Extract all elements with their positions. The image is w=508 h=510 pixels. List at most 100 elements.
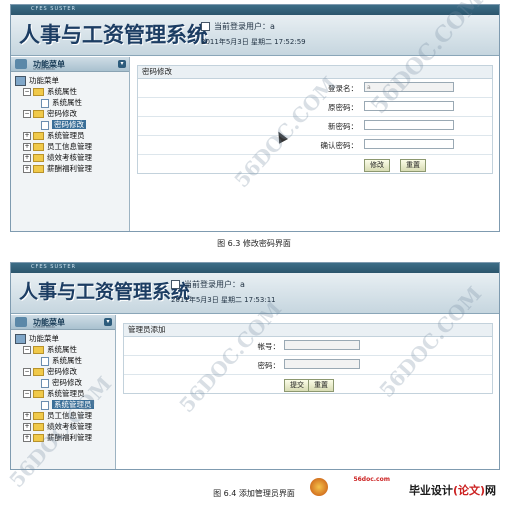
folder-icon [33,165,44,173]
tree-item-folder[interactable]: + 薪酬福利管理 [15,432,115,443]
panel-title: 管理员添加 [123,323,493,337]
tree-item-page[interactable]: 系统属性 [15,355,115,366]
current-user-label: 当前登录用户：a [184,280,245,289]
expand-node-icon[interactable]: + [23,423,31,431]
folder-icon [33,132,44,140]
expand-node-icon[interactable]: + [23,132,31,140]
page-icon [41,98,49,108]
tree-item-label: 绩效考核管理 [47,422,92,431]
brand-url: 56doc.com [353,476,390,483]
tree-item-page[interactable]: 系统属性 [15,97,129,108]
collapse-node-icon[interactable]: − [23,88,31,96]
folder-icon [33,110,44,118]
login-name-field[interactable]: a [364,82,454,92]
expand-node-icon[interactable]: + [23,143,31,151]
tree-item-folder[interactable]: − 系统属性 [15,86,129,97]
expand-node-icon[interactable]: + [23,434,31,442]
tree-item-label: 系统属性 [52,98,82,107]
screenshot-add-admin: CFES SUSTER 人事与工资管理系统 当前登录用户：a 2011年5月3日… [10,262,500,470]
page-icon [41,378,49,388]
folder-icon [33,143,44,151]
collapse-node-icon[interactable]: − [23,346,31,354]
tree-item-label: 绩效考核管理 [47,153,92,162]
sidebar: 功能菜单 SYSTEM MENU ▾ 功能菜单 − 系统属性 系统属性 − 密码修改 密码修… [11,57,130,231]
titlebar-text: CFES SUSTER [31,264,76,270]
sidebar: 功能菜单 SYSTEM MENU ▾ 功能菜单 − 系统属性 系统属性 − 密码修改 密码修… [11,315,116,469]
tree-item-page[interactable]: 系统管理员 [15,399,115,410]
tree-item-folder[interactable]: − 系统管理员 [15,388,115,399]
collapse-node-icon[interactable]: − [23,110,31,118]
account-label: 帐号： [257,342,281,351]
tree-item-folder[interactable]: + 系统管理员 [15,130,129,141]
brand-name-part: 毕业设计 [408,484,453,497]
submit-button[interactable]: 提交 [284,379,310,392]
page-icon [41,356,49,366]
brand-logo-icon [310,478,328,496]
window-titlebar: CFES SUSTER [11,263,499,273]
main-content: 管理员添加 帐号： 密码： 提交 重置 [117,315,499,469]
tree-item-root[interactable]: 功能菜单 [15,333,115,344]
tree-item-label: 系统属性 [47,345,77,354]
modify-button[interactable]: 修改 [364,159,390,172]
menu-icon [15,59,27,69]
tree-item-folder[interactable]: + 绩效考核管理 [15,152,129,163]
form-row: 密码： [124,356,492,375]
tree-item-folder[interactable]: + 薪酬福利管理 [15,163,129,174]
tree-item-label: 系统管理员 [47,131,85,140]
tree-item-folder[interactable]: − 密码修改 [15,108,129,119]
old-password-field[interactable] [364,101,454,111]
tree-item-page[interactable]: 密码修改 [15,377,115,388]
datetime: 2011年5月3日 星期二 17:52:59 [201,38,306,46]
old-password-label: 原密码： [328,103,358,112]
collapse-menu-button[interactable]: ▾ [104,318,112,326]
collapse-node-icon[interactable]: − [23,390,31,398]
expand-node-icon[interactable]: + [23,412,31,420]
tree-item-label: 功能菜单 [29,76,59,85]
tree-item-label: 薪酬福利管理 [47,433,92,442]
brand-name-red: (论文) [452,484,485,497]
confirm-password-field[interactable] [364,139,454,149]
form-row: 帐号： [124,337,492,356]
app-title: 人事与工资管理系统 [19,281,191,303]
app-header: 人事与工资管理系统 当前登录用户：a 2011年5月3日 星期二 17:52:5… [11,15,499,56]
tree-item-root[interactable]: 功能菜单 [15,75,129,86]
tree-item-label: 系统属性 [52,356,82,365]
tree-item-folder[interactable]: − 密码修改 [15,366,115,377]
current-user-label: 当前登录用户：a [214,22,275,31]
current-user: 当前登录用户：a [171,279,245,290]
form-row: 登录名： a [138,79,492,98]
user-icon [171,280,180,289]
tree-item-folder[interactable]: − 系统属性 [15,344,115,355]
folder-icon [33,346,44,354]
computer-icon [15,334,26,344]
app-title: 人事与工资管理系统 [19,22,208,47]
brand-name-tail: 网 [485,484,496,497]
tree-item-label: 密码修改 [47,109,77,118]
user-icon [201,22,210,31]
folder-icon [33,368,44,376]
tree-item-label: 员工信息管理 [47,411,92,420]
menu-subtitle: SYSTEM MENU [33,325,55,329]
expand-node-icon[interactable]: + [23,154,31,162]
password-field[interactable] [284,359,360,369]
reset-button[interactable]: 重置 [308,379,334,392]
tree-item-page[interactable]: 密码修改 [15,119,129,130]
folder-icon [33,434,44,442]
collapse-menu-button[interactable]: ▾ [118,60,126,68]
account-field[interactable] [284,340,360,350]
tree-item-folder[interactable]: + 绩效考核管理 [15,421,115,432]
new-password-field[interactable] [364,120,454,130]
tree-item-folder[interactable]: + 员工信息管理 [15,410,115,421]
confirm-password-label: 确认密码： [320,141,359,150]
reset-button[interactable]: 重置 [400,159,426,172]
tree-item-folder[interactable]: + 员工信息管理 [15,141,129,152]
expand-node-icon[interactable]: + [23,165,31,173]
tree-item-label: 密码修改 [52,120,86,129]
datetime: 2011年5月3日 星期二 17:53:11 [171,296,276,304]
menu-header: 功能菜单 SYSTEM MENU ▾ [11,57,129,72]
folder-icon [33,412,44,420]
login-name-label: 登录名： [328,84,358,93]
brand-name: 毕业设计(论文)网 [409,482,496,498]
tree-item-label: 员工信息管理 [47,142,92,151]
collapse-node-icon[interactable]: − [23,368,31,376]
